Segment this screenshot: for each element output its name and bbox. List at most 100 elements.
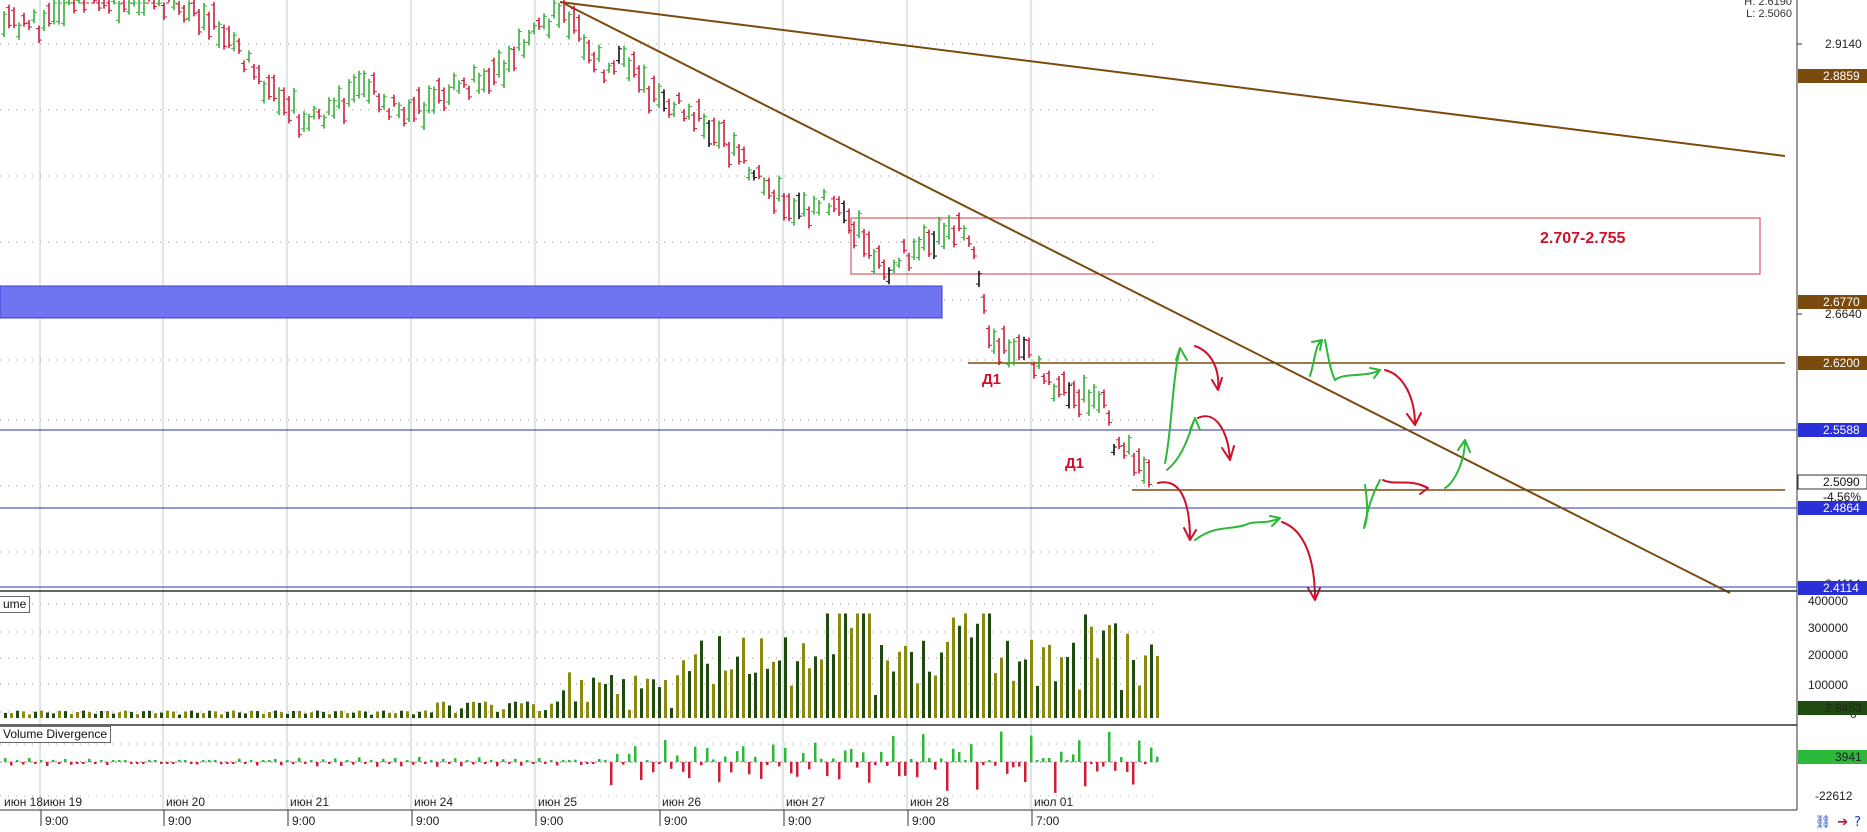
divergence-bar xyxy=(826,762,829,777)
volume-bar xyxy=(1120,690,1123,718)
divergence-bar xyxy=(430,760,433,762)
volume-bar xyxy=(1150,644,1153,718)
divergence-panel-label[interactable]: Volume Divergence xyxy=(0,726,112,743)
divergence-bar xyxy=(190,762,193,764)
divergence-bar xyxy=(520,762,523,766)
divergence-bar xyxy=(298,757,301,762)
volume-panel-label[interactable]: ume xyxy=(0,596,31,613)
volume-bar xyxy=(142,711,145,718)
price-tag: 2.6770 xyxy=(1798,295,1867,309)
divergence-bar xyxy=(514,758,517,762)
price-tag: 2.8859 xyxy=(1798,69,1867,83)
volume-bar xyxy=(1144,655,1147,718)
volume-bar xyxy=(682,660,685,718)
volume-bar xyxy=(46,712,49,718)
price-tag-label: 2.6770 xyxy=(1823,295,1860,309)
divergence-bar xyxy=(1078,740,1081,762)
volume-bar xyxy=(880,644,883,718)
divergence-bar xyxy=(70,762,73,765)
volume-bar xyxy=(1048,644,1051,718)
volume-bar xyxy=(466,702,469,718)
divergence-bar xyxy=(502,759,505,762)
chart-canvas[interactable]: 2.707-2.755 Д1 Д1 2.9140 2.6640 2.4114 2.88… xyxy=(0,0,1867,832)
divergence-bar xyxy=(712,759,715,762)
divergence-bar xyxy=(466,760,469,762)
volume-bar xyxy=(232,710,235,718)
divergence-bar xyxy=(904,762,907,776)
divergence-bar xyxy=(832,758,835,762)
volume-bar xyxy=(1054,681,1057,718)
divergence-bar xyxy=(676,755,679,762)
divergence-bar xyxy=(910,759,913,762)
exit-icon[interactable]: ➔ xyxy=(1837,815,1848,830)
volume-bar xyxy=(886,660,889,718)
divergence-bar xyxy=(490,760,493,762)
divergence-bar xyxy=(1084,762,1087,787)
volume-bar xyxy=(220,714,223,718)
divergence-bar xyxy=(1138,740,1141,762)
divergence-bar xyxy=(268,760,271,762)
volume-bar xyxy=(400,710,403,718)
volume-bar xyxy=(694,654,697,718)
divergence-bar xyxy=(292,762,295,765)
divergence-bar xyxy=(1096,762,1099,772)
divergence-bar xyxy=(88,758,91,762)
help-icon[interactable]: ? xyxy=(1854,815,1861,830)
volume-bar xyxy=(706,663,709,718)
divergence-bar xyxy=(916,762,919,778)
volume-bar xyxy=(664,679,667,718)
divergence-bar xyxy=(808,762,811,770)
volume-bar xyxy=(100,711,103,718)
divergence-bar xyxy=(604,760,607,762)
volume-bar xyxy=(688,671,691,718)
divergence-bar xyxy=(1150,747,1153,762)
volume-bar xyxy=(1000,657,1003,718)
volume-bar xyxy=(448,705,451,718)
divergence-bar xyxy=(982,762,985,766)
volume-bar xyxy=(34,711,37,718)
time-axis-date: июн 18 xyxy=(4,795,43,809)
volume-bar xyxy=(838,613,841,718)
volume-bar xyxy=(844,613,847,718)
divergence-bar xyxy=(208,760,211,762)
divergence-bar xyxy=(382,758,385,762)
price-tag-label: 2.5588 xyxy=(1823,423,1860,437)
volume-bar xyxy=(718,636,721,718)
volume-bar xyxy=(988,613,991,718)
link-icon[interactable]: ⛓ xyxy=(1815,815,1832,830)
volume-bar xyxy=(244,713,247,718)
divergence-bar xyxy=(58,762,61,764)
volume-bar xyxy=(160,712,163,718)
divergence-bar xyxy=(922,734,925,762)
volume-bar xyxy=(1096,658,1099,718)
volume-bar xyxy=(16,710,19,718)
volume-bar xyxy=(412,714,415,718)
divergence-bar xyxy=(952,748,955,762)
volume-bar xyxy=(550,703,553,718)
price-tag-label: 2.4864 xyxy=(1823,501,1860,515)
divergence-axis-label: -22612 xyxy=(1815,789,1853,803)
time-axis-time: 9:00 xyxy=(292,814,316,828)
volume-bar xyxy=(136,714,139,718)
volume-bar xyxy=(670,708,673,718)
volume-bar xyxy=(70,714,73,718)
price-axis-label: 2.9140 xyxy=(1825,37,1862,51)
volume-bar xyxy=(1102,630,1105,718)
price-tag: 2.6200 xyxy=(1798,356,1867,370)
divergence-bar xyxy=(928,758,931,762)
d1-label-upper: Д1 xyxy=(982,371,1001,388)
volume-bar xyxy=(1012,680,1015,718)
volume-bar xyxy=(1090,626,1093,718)
volume-bar xyxy=(1030,639,1033,718)
divergence-bar xyxy=(1144,762,1147,765)
volume-bar xyxy=(52,713,55,718)
divergence-bar xyxy=(274,758,277,762)
divergence-bar xyxy=(532,762,535,764)
volume-bar xyxy=(580,679,583,718)
divergence-bar xyxy=(1048,757,1051,762)
volume-bar xyxy=(1006,640,1009,718)
volume-bar xyxy=(1138,685,1141,718)
divergence-bar xyxy=(544,762,547,764)
divergence-bar xyxy=(760,762,763,779)
divergence-bar xyxy=(340,762,343,767)
